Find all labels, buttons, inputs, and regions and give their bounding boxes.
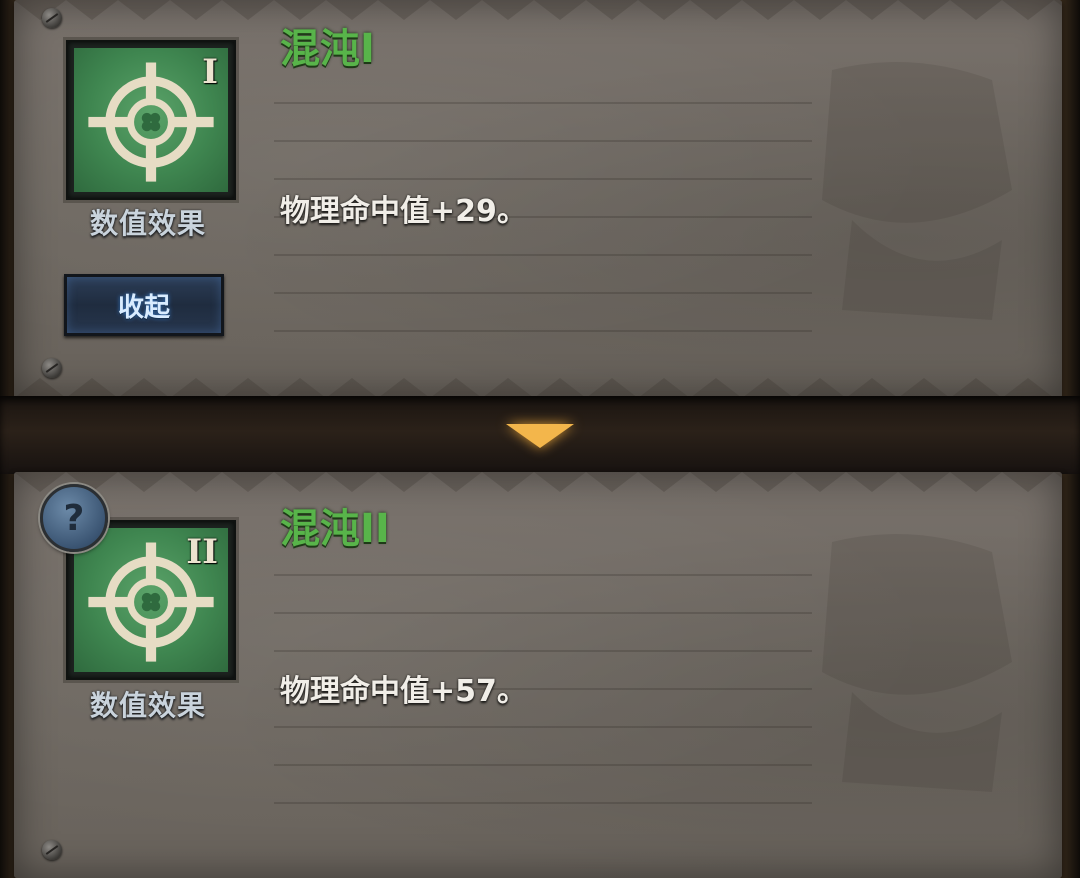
skill-title: 混沌I bbox=[280, 26, 375, 72]
level-roman-numeral: II bbox=[186, 532, 218, 572]
expand-arrow-icon[interactable] bbox=[506, 424, 574, 448]
level-roman-numeral: I bbox=[202, 52, 218, 92]
skill-card-2: II 数值效果 混沌II 物理命中值+57。 bbox=[14, 472, 1062, 878]
skill-description: 物理命中值+57。 bbox=[280, 674, 527, 709]
skill-icon-frame: I bbox=[66, 40, 236, 200]
screw-icon bbox=[42, 840, 62, 860]
crosshair-clover-icon: I bbox=[74, 48, 228, 192]
watermark-emblem bbox=[822, 62, 1012, 320]
watermark-emblem bbox=[822, 534, 1012, 792]
skill-title: 混沌II bbox=[280, 506, 390, 552]
crosshair-clover-icon: II bbox=[74, 528, 228, 672]
zigzag-pattern bbox=[14, 0, 1062, 20]
effect-category-label: 数值效果 bbox=[90, 207, 207, 240]
screw-icon bbox=[42, 8, 62, 28]
zigzag-pattern bbox=[14, 472, 1062, 492]
zigzag-pattern-bottom bbox=[14, 378, 1054, 398]
skill-detail-screen: I 数值效果 混沌I 物理命中值+29。 收起 II 数值效果 混沌II 物理命… bbox=[0, 0, 1080, 878]
skill-card-1: I 数值效果 混沌I 物理命中值+29。 收起 bbox=[14, 0, 1062, 398]
effect-category-label: 数值效果 bbox=[90, 689, 207, 722]
help-question-icon[interactable]: ? bbox=[40, 484, 108, 552]
skill-description: 物理命中值+29。 bbox=[280, 194, 527, 229]
collapse-button[interactable]: 收起 bbox=[64, 274, 224, 336]
screw-icon bbox=[42, 358, 62, 378]
